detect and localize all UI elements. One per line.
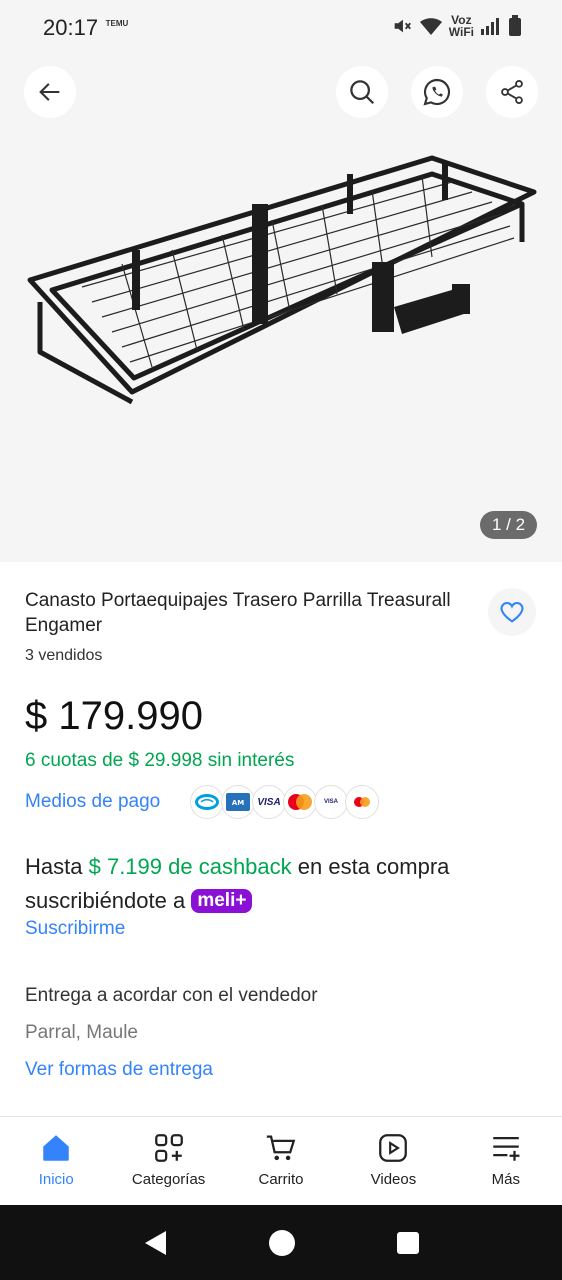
status-time: 20:17 (43, 15, 99, 40)
search-button[interactable] (336, 66, 388, 118)
subscribe-link[interactable]: Suscribirme (25, 918, 125, 940)
meli-plus-logo: meli+ (191, 889, 253, 913)
bottom-tab-bar: Inicio Categorías Carrito Videos Más (0, 1116, 562, 1205)
nav-home-icon[interactable] (268, 1229, 296, 1257)
price: $ 179.990 (25, 694, 203, 738)
sold-count: 3 vendidos (25, 647, 103, 664)
wifi-text: WiFi (448, 25, 474, 39)
tab-videos[interactable]: Videos (337, 1117, 449, 1205)
favorite-button[interactable] (488, 588, 536, 636)
tab-label: Videos (370, 1171, 417, 1188)
nav-back-icon[interactable] (142, 1229, 168, 1257)
mastercard-debit-icon (345, 785, 379, 819)
product-image (27, 155, 537, 405)
mercadopago-icon (190, 785, 224, 819)
svg-text:AM: AM (232, 799, 244, 807)
heart-icon (500, 601, 524, 623)
delivery-info: Entrega a acordar con el vendedor (25, 985, 318, 1006)
seller-location: Parral, Maule (25, 1022, 138, 1043)
tab-mas[interactable]: Más (450, 1117, 562, 1205)
amex-icon: AM (221, 785, 255, 819)
delivery-options-link[interactable]: Ver formas de entrega (25, 1059, 213, 1081)
tab-label: Categorías (131, 1171, 206, 1188)
battery-icon (509, 15, 521, 36)
cashback-prefix: Hasta (25, 854, 83, 879)
mute-icon (394, 19, 411, 33)
status-bar: 20:17 TEMU Voz WiFi (0, 0, 562, 56)
tab-label: Inicio (38, 1171, 74, 1188)
status-icons: Voz WiFi (391, 14, 522, 38)
cashback-amount: $ 7.199 de cashback (88, 854, 292, 879)
whatsapp-share-button[interactable] (411, 66, 463, 118)
videos-icon (379, 1134, 408, 1162)
back-button[interactable] (24, 66, 76, 118)
system-nav-bar (0, 1205, 562, 1280)
product-gallery[interactable]: 1 / 2 (0, 56, 562, 562)
product-title: Canasto Portaequipajes Trasero Parrilla … (25, 590, 451, 636)
mastercard-icon (283, 785, 317, 819)
tab-label: Más (491, 1171, 520, 1188)
payment-methods-link[interactable]: Medios de pago (25, 791, 160, 813)
tab-inicio[interactable]: Inicio (0, 1117, 112, 1205)
temu-notification-icon: TEMU (105, 19, 129, 28)
tab-carrito[interactable]: Carrito (225, 1117, 337, 1205)
categories-icon (154, 1134, 183, 1162)
voz-wifi-label: Voz WiFi (449, 14, 474, 38)
home-icon (43, 1135, 69, 1161)
visa-icon: VISA (252, 785, 286, 819)
signal-icon (481, 18, 499, 35)
more-icon (493, 1136, 520, 1161)
cashback-info: Hasta $ 7.199 de cashback en esta compra… (25, 850, 535, 918)
tab-categorias[interactable]: Categorías (112, 1117, 224, 1205)
nav-recents-icon[interactable] (396, 1231, 420, 1255)
installments-info: 6 cuotas de $ 29.998 sin interés (25, 750, 295, 771)
tab-label: Carrito (258, 1171, 304, 1188)
share-button[interactable] (486, 66, 538, 118)
visa-debit-icon: VISA (314, 785, 348, 819)
share-icon (501, 79, 523, 105)
cart-icon (266, 1135, 296, 1161)
payment-icons[interactable]: AM VISA VISA (190, 785, 379, 819)
whatsapp-icon (423, 78, 451, 106)
wifi-icon (419, 18, 442, 35)
gallery-counter: 1 / 2 (480, 511, 537, 539)
back-arrow-icon (39, 83, 60, 101)
search-icon (350, 80, 375, 105)
